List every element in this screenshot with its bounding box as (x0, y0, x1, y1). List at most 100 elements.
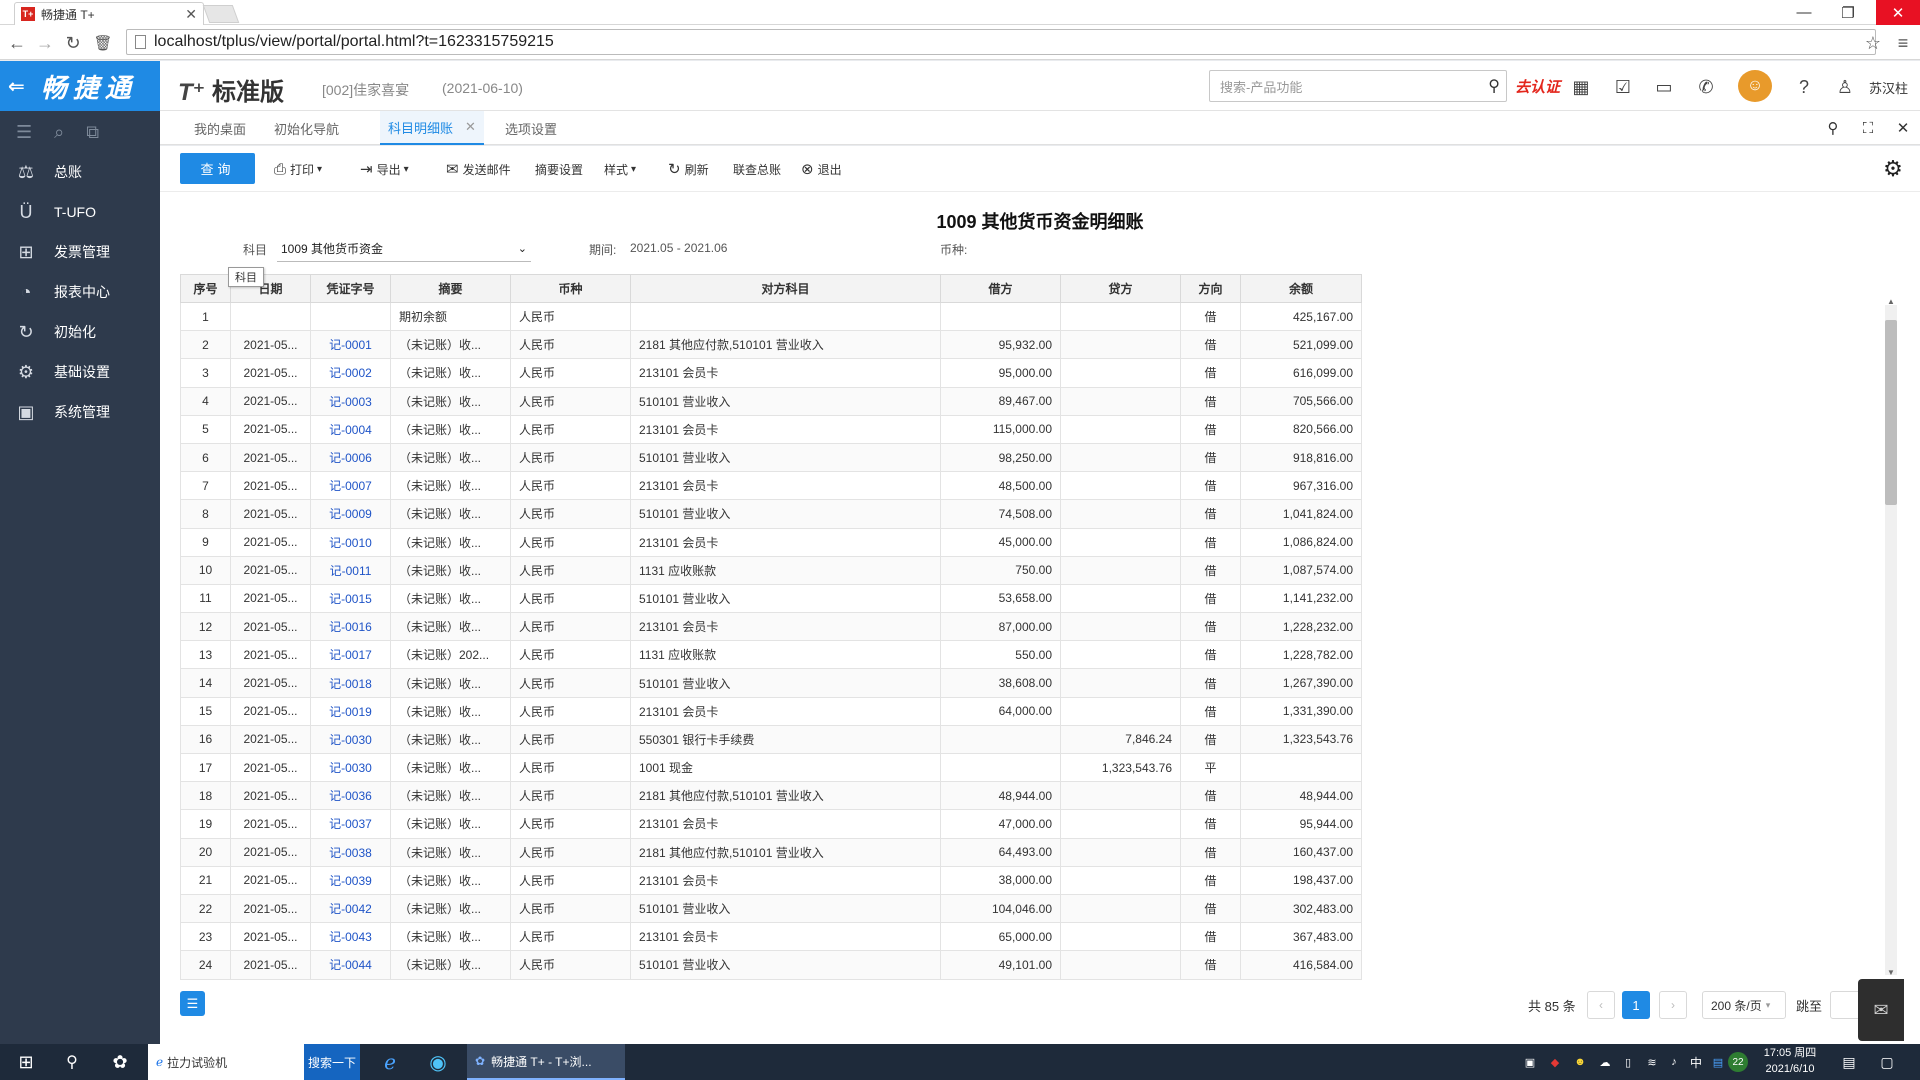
bookmark-star-icon[interactable]: ☆ (1862, 32, 1884, 54)
table-row[interactable]: 1 期初余额 人民币 借 425,167.00 (180, 301, 1362, 332)
forward-icon[interactable]: → (34, 32, 56, 54)
gear-icon[interactable]: ⚙ (1880, 156, 1906, 182)
voucher-link[interactable]: 记-0001 (310, 330, 391, 360)
browser-menu-icon[interactable]: ≡ (1892, 32, 1914, 54)
voucher-link[interactable]: 记-0037 (310, 809, 391, 839)
current-page-button[interactable]: 1 (1622, 991, 1650, 1019)
close-all-icon[interactable]: ✕ (1892, 117, 1914, 139)
prev-page-button[interactable]: ‹ (1587, 991, 1615, 1019)
new-tab-button[interactable] (202, 5, 240, 23)
table-row[interactable]: 23 2021-05... 记-0043 （未记账）收... 人民币 213101 会员卡… (180, 922, 1362, 952)
column-header[interactable]: 序号 (180, 274, 231, 303)
table-row[interactable]: 14 2021-05... 记-0018 （未记账）收... 人民币 510101 营业收… (180, 668, 1362, 698)
voucher-link[interactable]: 记-0002 (310, 358, 391, 388)
auth-link[interactable]: 去认证 (1515, 76, 1560, 97)
query-button[interactable]: 查询 (180, 153, 255, 184)
joint-ledger-button[interactable]: 联查总账 (733, 160, 781, 178)
table-row[interactable]: 6 2021-05... 记-0006 （未记账）收... 人民币 510101 营业收入… (180, 442, 1362, 473)
column-settings-button[interactable]: ☰ (180, 991, 205, 1016)
print-button[interactable]: ⎙ 打印 ▾ (274, 160, 322, 178)
refresh-button[interactable]: ↻ 刷新 (668, 160, 709, 178)
voucher-link[interactable]: 记-0011 (310, 555, 391, 585)
style-button[interactable]: 样式 ▾ (604, 160, 636, 178)
task-list-icon[interactable]: ☑ (1610, 74, 1636, 100)
voucher-link[interactable]: 记-0006 (310, 442, 391, 473)
tab-account-ledger[interactable]: 科目明细账 ✕ (380, 111, 484, 145)
voucher-link[interactable]: 记-0019 (310, 696, 391, 726)
table-row[interactable]: 9 2021-05... 记-0010 （未记账）收... 人民币 213101 会员卡 4… (180, 527, 1362, 557)
voucher-link[interactable]: 记-0030 (310, 752, 391, 783)
column-header[interactable]: 借方 (940, 274, 1061, 303)
table-row[interactable]: 10 2021-05... 记-0011 （未记账）收... 人民币 1131 应收账款 7… (180, 555, 1362, 585)
column-header[interactable]: 贷方 (1060, 274, 1181, 303)
minimize-icon[interactable]: — (1782, 0, 1826, 25)
scroll-down-icon[interactable]: ▼ (1885, 968, 1897, 977)
tray-app-icon[interactable]: ☻ (1570, 1044, 1590, 1080)
table-row[interactable]: 16 2021-05... 记-0030 （未记账）收... 人民币 550301 银行卡… (180, 724, 1362, 755)
voucher-link[interactable]: 记-0018 (310, 668, 391, 698)
table-row[interactable]: 20 2021-05... 记-0038 （未记账）收... 人民币 2181 其他应付款… (180, 837, 1362, 867)
table-row[interactable]: 19 2021-05... 记-0037 （未记账）收... 人民币 213101 会员卡… (180, 809, 1362, 839)
table-row[interactable]: 2 2021-05... 记-0001 （未记账）收... 人民币 2181 其他应付款,… (180, 330, 1362, 360)
tray-ime2-icon[interactable]: ▤ (1708, 1044, 1728, 1080)
taskbar-search-icon[interactable]: ⚲ (54, 1044, 90, 1080)
tray-ime-icon[interactable]: 中 (1686, 1044, 1706, 1080)
tray-wifi-icon[interactable]: ≋ (1642, 1044, 1662, 1080)
close-window-icon[interactable]: ✕ (1876, 0, 1920, 25)
voucher-link[interactable]: 记-0044 (310, 950, 391, 980)
app-360-icon[interactable]: ✿ (102, 1044, 138, 1080)
sidebar-item-settings[interactable]: ⚙ 基础设置 (0, 352, 160, 392)
favorite-module-icon[interactable]: ⧉ (86, 122, 99, 143)
tab-my-desktop[interactable]: 我的桌面 (194, 111, 246, 145)
table-row[interactable]: 13 2021-05... 记-0017 （未记账）202... 人民币 1131 应收账… (180, 640, 1362, 670)
voucher-link[interactable]: 记-0030 (310, 724, 391, 755)
voucher-link[interactable]: 记-0004 (310, 414, 391, 444)
tray-cloud-icon[interactable]: ☁ (1595, 1044, 1615, 1080)
next-page-button[interactable]: › (1659, 991, 1687, 1019)
page-size-select[interactable]: 200 条/页 ▾ (1702, 991, 1786, 1019)
taskbar-search-box[interactable]: ℯ 拉力试验机 (148, 1044, 304, 1080)
scrollbar-thumb[interactable] (1885, 320, 1897, 505)
collapse-arrow-icon[interactable]: ⇐ (8, 74, 31, 99)
search-icon[interactable]: ⚲ (1488, 76, 1500, 96)
table-row[interactable]: 12 2021-05... 记-0016 （未记账）收... 人民币 213101 会员卡… (180, 612, 1362, 642)
taskbar-app-tplus[interactable]: ✿ 畅捷通 T+ - T+浏... (467, 1044, 625, 1080)
column-header[interactable]: 余额 (1240, 274, 1362, 303)
table-row[interactable]: 7 2021-05... 记-0007 （未记账）收... 人民币 213101 会员卡 4… (180, 471, 1362, 501)
windows-start-icon[interactable]: ⊞ (8, 1044, 44, 1080)
voucher-link[interactable]: 记-0009 (310, 499, 391, 529)
browser-tab[interactable]: T+ 畅捷通 T+ ✕ (14, 2, 204, 25)
mascot-avatar[interactable]: ☺ (1738, 70, 1772, 102)
table-row[interactable]: 15 2021-05... 记-0019 （未记账）收... 人民币 213101 会员卡… (180, 696, 1362, 726)
send-mail-button[interactable]: ✉ 发送邮件 (446, 160, 511, 178)
voucher-link[interactable] (310, 301, 391, 332)
user-name[interactable]: 苏汉柱 (1869, 78, 1908, 97)
voucher-link[interactable]: 记-0043 (310, 922, 391, 952)
restore-icon[interactable]: ❐ (1826, 0, 1870, 25)
tray-input-icon[interactable]: ▣ (1520, 1044, 1540, 1080)
column-header[interactable]: 币种 (510, 274, 631, 303)
search-input[interactable]: 搜索-产品功能 ⚲ (1209, 70, 1507, 102)
ie-icon[interactable]: ℯ (372, 1044, 408, 1080)
table-row[interactable]: 11 2021-05... 记-0015 （未记账）收... 人民币 510101 营业收… (180, 583, 1362, 614)
chat-float-icon[interactable]: ✉ (1858, 979, 1904, 1041)
url-input[interactable]: localhost/tplus/view/portal/portal.html?… (126, 29, 1876, 55)
tray-badge[interactable]: 22 (1728, 1052, 1748, 1072)
exit-button[interactable]: ⊗ 退出 (801, 160, 842, 178)
table-row[interactable]: 22 2021-05... 记-0042 （未记账）收... 人民币 510101 营业收… (180, 893, 1362, 924)
column-header[interactable]: 对方科目 (630, 274, 941, 303)
back-icon[interactable]: ← (6, 32, 28, 54)
trash-icon[interactable]: 🗑 (92, 32, 114, 54)
voucher-link[interactable]: 记-0042 (310, 893, 391, 924)
action-center-icon[interactable]: ▢ (1872, 1044, 1902, 1080)
summary-settings-button[interactable]: 摘要设置 (535, 160, 583, 178)
tab-options[interactable]: 选项设置 (505, 111, 557, 145)
sidebar-item-init[interactable]: ↻ 初始化 (0, 312, 160, 352)
table-row[interactable]: 8 2021-05... 记-0009 （未记账）收... 人民币 510101 营业收入… (180, 499, 1362, 529)
voucher-link[interactable]: 记-0017 (310, 640, 391, 670)
column-header[interactable]: 凭证字号 (310, 274, 391, 303)
voucher-link[interactable]: 记-0010 (310, 527, 391, 557)
reload-icon[interactable]: ↻ (62, 32, 84, 54)
tray-usb-icon[interactable]: ▯ (1618, 1044, 1638, 1080)
taskbar-clock[interactable]: 17:05 周四 2021/6/10 (1755, 1045, 1825, 1079)
